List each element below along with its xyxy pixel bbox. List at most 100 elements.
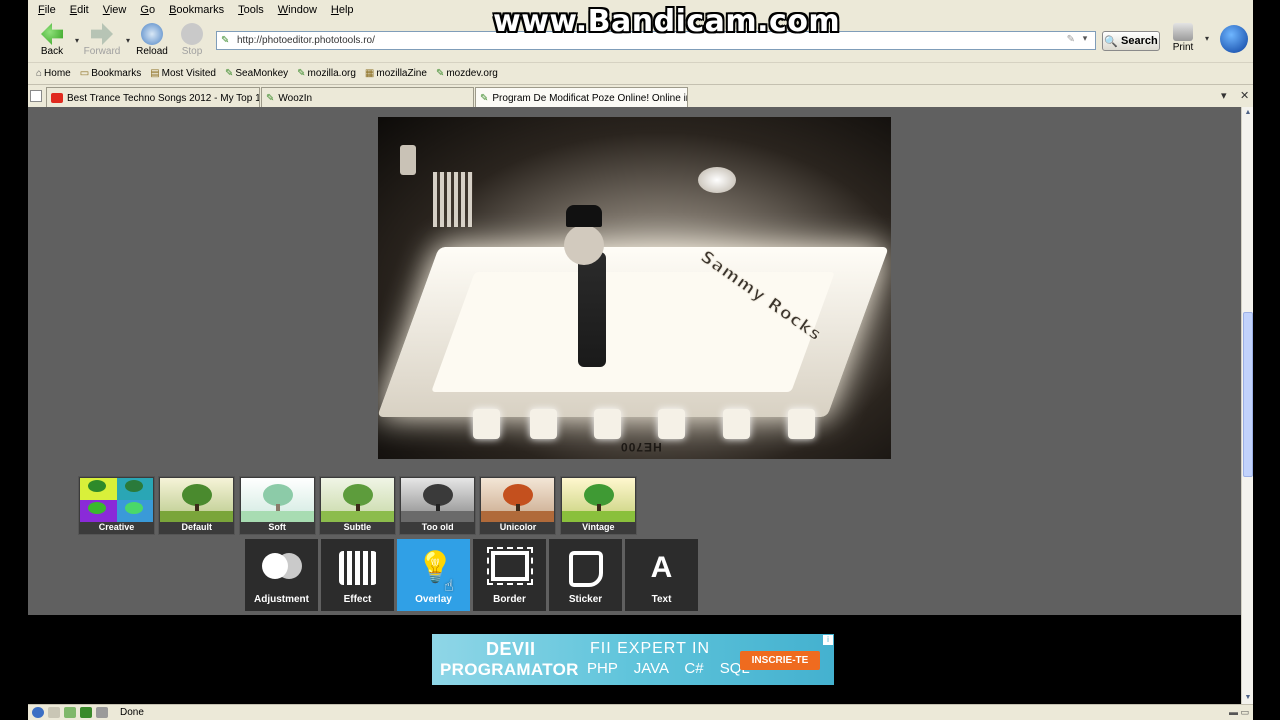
menu-file[interactable]: File <box>38 4 56 16</box>
tab-youtube[interactable]: Best Trance Techno Songs 2012 - My Top 1… <box>46 87 260 108</box>
page-content: Sammy Rocks HE700 Creative Default Soft … <box>28 107 1241 617</box>
forward-label: Forward <box>83 46 121 57</box>
leaf-icon: ✎ <box>480 93 489 104</box>
bookmark-mozillazine[interactable]: ▦ mozillaZine <box>365 68 427 79</box>
folder-icon: ▭ <box>79 67 90 79</box>
menu-go[interactable]: Go <box>140 4 155 16</box>
bookmark-mozilla-org[interactable]: ✎ mozilla.org <box>297 68 356 79</box>
search-button[interactable]: 🔍 Search <box>1102 31 1160 51</box>
menu-bookmarks[interactable]: Bookmarks <box>169 4 224 16</box>
bookmark-bookmarks[interactable]: ▭ Bookmarks <box>80 68 141 79</box>
scroll-down-icon[interactable]: ▼ <box>1242 692 1254 704</box>
stop-button[interactable]: Stop <box>170 23 214 57</box>
menu-help[interactable]: Help <box>331 4 354 16</box>
tool-label: Sticker <box>568 594 603 605</box>
leaf-icon: ✎ <box>297 67 306 79</box>
ad-tagline-1: FII EXPERT IN <box>590 640 710 657</box>
film-hole <box>473 409 500 439</box>
sticker-icon <box>568 551 603 587</box>
tab-list-icon[interactable]: ▾ <box>1221 89 1227 102</box>
print-button[interactable]: Print <box>1168 23 1198 53</box>
menu-view[interactable]: View <box>103 4 127 16</box>
editor-toolbar: Adjustment Effect 💡 ☝ Overlay Border Sti… <box>245 539 701 611</box>
addressbook-icon[interactable] <box>80 707 92 718</box>
text-tool-button[interactable]: A Text <box>625 539 698 611</box>
film-hole <box>530 409 557 439</box>
url-bookmark-icon[interactable]: ✎ <box>1067 34 1075 45</box>
url-dropdown-icon[interactable]: ▾ <box>1078 33 1092 48</box>
photo-lamp <box>698 167 736 193</box>
adjustment-tool-button[interactable]: Adjustment <box>245 539 318 611</box>
tool-label: Adjustment <box>254 594 309 605</box>
menu-edit[interactable]: Edit <box>70 4 89 16</box>
filter-preview <box>481 478 555 522</box>
recording-watermark: www.Bandicam.com <box>493 4 841 39</box>
filter-soft[interactable]: Soft <box>238 476 316 535</box>
back-arrow-icon <box>41 23 63 45</box>
film-hole <box>788 409 815 439</box>
filter-preview <box>401 478 475 522</box>
overlay-tool-button[interactable]: 💡 ☝ Overlay <box>397 539 470 611</box>
effect-tool-button[interactable]: Effect <box>321 539 394 611</box>
preview-quadrant <box>116 478 153 500</box>
filter-unicolor[interactable]: Unicolor <box>479 476 557 535</box>
site-favicon-icon: ✎ <box>221 35 230 46</box>
back-button[interactable]: Back <box>30 23 74 57</box>
tab-woozin[interactable]: ✎ WoozIn <box>261 87 474 108</box>
border-tool-button[interactable]: Border <box>473 539 546 611</box>
filter-too-old[interactable]: Too old <box>399 476 477 535</box>
ad-cta-button[interactable]: INSCRIE-TE <box>740 651 820 670</box>
ad-banner[interactable]: DEVII PROGRAMATOR FII EXPERT IN PHP JAVA… <box>432 634 834 685</box>
bookmark-home[interactable]: ⌂ Home <box>36 68 71 79</box>
reload-button[interactable]: Reload <box>130 23 174 57</box>
filter-preview <box>320 478 394 522</box>
home-icon: ⌂ <box>36 67 43 79</box>
filter-vintage[interactable]: Vintage <box>559 476 637 535</box>
vertical-scrollbar[interactable]: ▲ ▼ <box>1241 107 1253 704</box>
status-bar: Done ▬ ▭ <box>28 704 1253 720</box>
back-history-dropdown[interactable]: ▾ <box>75 36 79 45</box>
mail-icon[interactable] <box>48 707 60 718</box>
menu-tools[interactable]: Tools <box>238 4 264 16</box>
filter-default[interactable]: Default <box>158 476 236 535</box>
status-text: Done <box>120 707 144 718</box>
tool-label: Text <box>651 594 672 605</box>
tool-label: Effect <box>343 594 372 605</box>
seamonkey-throbber-icon[interactable] <box>1220 25 1248 53</box>
sticker-tool-button[interactable]: Sticker <box>549 539 622 611</box>
tab-photo-editor[interactable]: ✎ Program De Modificat Poze Online! Onli… <box>475 87 688 108</box>
bookmark-label: Home <box>44 67 71 79</box>
close-tab-icon[interactable]: ✕ <box>1240 89 1249 102</box>
screen-left-border <box>0 0 28 720</box>
ad-info-icon[interactable]: i <box>823 635 833 645</box>
preview-quadrant <box>80 478 117 500</box>
new-tab-button[interactable] <box>30 90 42 102</box>
filter-creative[interactable]: Creative <box>78 476 155 535</box>
preview-quadrant <box>80 500 117 522</box>
url-text[interactable]: http://photoeditor.phototools.ro/ <box>237 35 375 46</box>
forward-button[interactable]: Forward <box>80 23 124 57</box>
text-icon: A <box>650 551 673 584</box>
film-effect-icon <box>338 551 377 585</box>
chat-icon[interactable] <box>96 707 108 718</box>
bookmark-seamonkey[interactable]: ✎ SeaMonkey <box>225 68 288 79</box>
resize-grip-icon[interactable]: ▬ ▭ <box>1229 707 1249 718</box>
menu-window[interactable]: Window <box>278 4 317 16</box>
scroll-up-icon[interactable]: ▲ <box>1242 107 1254 119</box>
tab-title: Program De Modificat Poze Online! Online… <box>492 92 688 104</box>
print-dropdown[interactable]: ▾ <box>1205 34 1209 43</box>
composer-icon[interactable] <box>64 707 76 718</box>
filter-subtle[interactable]: Subtle <box>318 476 396 535</box>
back-label: Back <box>40 46 64 57</box>
scroll-thumb[interactable] <box>1243 312 1253 477</box>
bookmark-mozdev[interactable]: ✎ mozdev.org <box>436 68 498 79</box>
stop-icon <box>181 23 203 45</box>
online-status-icon[interactable] <box>32 707 44 718</box>
border-frame-icon <box>486 547 533 585</box>
tab-title: Best Trance Techno Songs 2012 - My Top 1… <box>67 92 260 104</box>
bookmark-label: Bookmarks <box>91 67 142 79</box>
bookmark-most-visited[interactable]: ▤ Most Visited <box>150 68 216 79</box>
bookmark-label: Most Visited <box>161 67 216 79</box>
filter-preview <box>80 478 153 522</box>
bookmark-label: mozilla.org <box>307 67 356 79</box>
